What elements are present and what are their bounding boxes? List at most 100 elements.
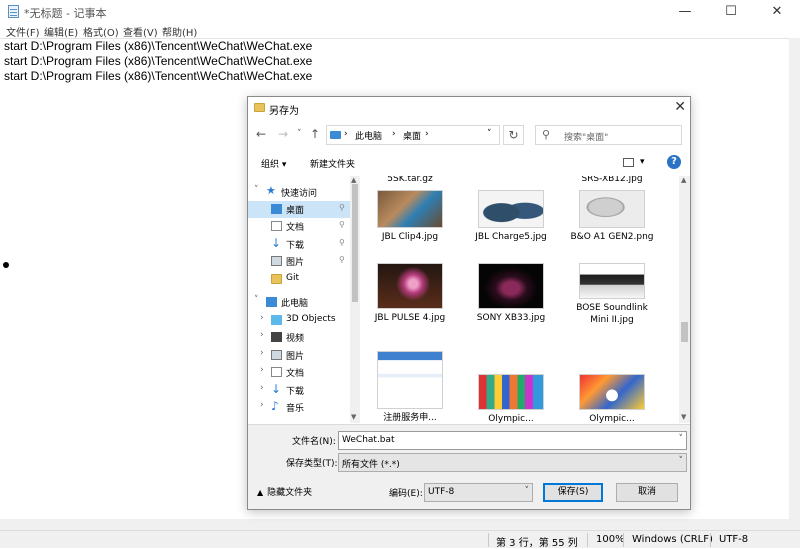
dropdown-chevron-icon[interactable]: ˅ (525, 486, 530, 496)
breadcrumb-desktop[interactable]: 桌面 (403, 129, 421, 142)
collapsed-chevron-icon: › (260, 383, 264, 393)
nav-label: 桌面 (286, 206, 305, 216)
file-name: JBL Clip4.jpg (381, 232, 439, 242)
scroll-up-icon[interactable]: ▲ (681, 176, 686, 184)
status-encoding: UTF-8 (719, 534, 749, 545)
nav-item-desktop[interactable]: 桌面 ⚲ (248, 201, 350, 218)
breadcrumb-sep: › (344, 129, 348, 139)
nav-label: Git (286, 273, 300, 283)
file-item[interactable]: B&O A1 GEN2.png (567, 190, 657, 243)
back-arrow-icon[interactable]: ← (256, 127, 266, 141)
status-eol: Windows (CRLF) (632, 534, 713, 545)
scroll-thumb[interactable] (352, 184, 358, 302)
file-item[interactable]: SRS-XB12.jpg (567, 176, 657, 185)
status-separator (488, 533, 489, 547)
recent-locations-chevron-icon[interactable]: ˅ (297, 129, 302, 139)
maximize-button[interactable]: ☐ (708, 0, 754, 23)
menu-file[interactable]: 文件(F) (6, 24, 40, 39)
image-thumbnail (579, 374, 645, 410)
dialog-close-button[interactable]: ✕ (674, 99, 686, 115)
dropdown-chevron-icon[interactable]: ˅ (679, 434, 684, 444)
help-icon[interactable]: ? (667, 155, 681, 169)
nav-pane-scrollbar[interactable]: ▲ ▼ (350, 176, 360, 423)
dialog-bottom-panel: 文件名(N): WeChat.bat ˅ 保存类型(T): 所有文件 (*.*)… (248, 424, 690, 509)
horizontal-scrollbar[interactable] (0, 519, 800, 530)
forward-arrow-icon[interactable]: → (278, 127, 288, 141)
document-icon (271, 367, 282, 377)
dialog-title: 另存为 (269, 106, 299, 117)
nav-item-documents[interactable]: 文档 ⚲ (248, 218, 350, 235)
pictures-icon (271, 256, 282, 266)
view-options-icon[interactable] (623, 158, 634, 167)
scroll-up-icon[interactable]: ▲ (351, 176, 356, 184)
nav-label: 音乐 (286, 404, 305, 414)
nav-item-music[interactable]: › ♪ 音乐 (248, 399, 350, 416)
filetype-select[interactable]: 所有文件 (*.*) ˅ (338, 453, 687, 472)
expanded-chevron-icon: ˅ (254, 185, 259, 195)
computer-icon (266, 297, 277, 307)
breadcrumb-this-pc[interactable]: 此电脑 (355, 129, 382, 142)
refresh-button[interactable]: ↻ (503, 125, 524, 145)
folder-icon (271, 274, 282, 284)
nav-item-git[interactable]: Git (248, 271, 350, 288)
file-name: BOSE Soundlink Mini II.jpg (576, 303, 648, 325)
scroll-down-icon[interactable]: ▼ (681, 413, 686, 421)
filename-input[interactable]: WeChat.bat ˅ (338, 431, 687, 450)
view-dropdown[interactable]: ▾ (640, 157, 645, 167)
encoding-select[interactable]: UTF-8 ˅ (424, 483, 533, 502)
nav-item-3d-objects[interactable]: › 3D Objects (248, 312, 350, 329)
nav-item-pictures[interactable]: 图片 ⚲ (248, 253, 350, 270)
menu-edit[interactable]: 编辑(E) (44, 24, 78, 39)
menu-view[interactable]: 查看(V) (123, 24, 158, 39)
nav-quick-access[interactable]: ˅ ★ 快速访问 (248, 184, 350, 201)
3d-objects-icon (271, 315, 282, 325)
menu-format[interactable]: 格式(O) (83, 24, 119, 39)
vertical-scrollbar[interactable] (789, 38, 800, 519)
notepad-icon (8, 5, 19, 18)
file-item[interactable]: JBL Charge5.jpg (466, 190, 556, 243)
file-item[interactable]: SONY XB33.jpg (466, 263, 556, 324)
address-bar[interactable]: › 此电脑 › 桌面 › ˅ (326, 125, 500, 145)
file-item[interactable]: 注册服务申... (365, 351, 455, 423)
status-position: 第 3 行，第 55 列 (496, 538, 578, 549)
save-button[interactable]: 保存(S) (543, 483, 603, 502)
save-as-dialog: 另存为 ✕ ← → ˅ ↑ › 此电脑 › 桌面 › ˅ ↻ ⚲ 搜索"桌面" … (247, 96, 691, 510)
music-note-icon: ♪ (271, 399, 279, 413)
title-bar: *无标题 - 记事本 — ☐ ✕ (0, 0, 800, 23)
minimize-button[interactable]: — (662, 0, 708, 23)
star-icon: ★ (266, 184, 276, 197)
scroll-thumb[interactable] (681, 322, 688, 342)
editor-line: start D:\Program Files (x86)\Tencent\WeC… (4, 69, 313, 83)
file-item[interactable]: Olympic... (466, 374, 556, 423)
desktop-icon (271, 204, 282, 214)
nav-item-pc-downloads[interactable]: › ↓ 下载 (248, 382, 350, 399)
nav-item-downloads[interactable]: ↓ 下载 ⚲ (248, 236, 350, 253)
new-folder-button[interactable]: 新建文件夹 (310, 157, 355, 170)
file-item[interactable]: BOSE Soundlink Mini II.jpg (567, 263, 657, 326)
hide-folders-toggle[interactable]: ▲ 隐藏文件夹 (257, 485, 312, 498)
address-dropdown-icon[interactable]: ˅ (487, 129, 492, 139)
search-box[interactable]: ⚲ 搜索"桌面" (535, 125, 682, 145)
file-view-scrollbar[interactable]: ▲ ▼ (679, 176, 690, 423)
file-item[interactable]: JBL Clip4.jpg (365, 190, 455, 243)
nav-this-pc[interactable]: ˅ 此电脑 (248, 294, 350, 311)
status-bar: 第 3 行，第 55 列 100% Windows (CRLF) UTF-8 (0, 530, 800, 549)
video-icon (271, 332, 282, 342)
nav-item-videos[interactable]: › 视频 (248, 329, 350, 346)
file-item[interactable]: JBL PULSE 4.jpg (365, 263, 455, 324)
file-item[interactable]: 5SK.tar.gz (365, 176, 455, 185)
file-name: SRS-XB12.jpg (581, 176, 643, 184)
file-item[interactable]: Olympic... (567, 374, 657, 423)
menu-help[interactable]: 帮助(H) (162, 24, 197, 39)
collapse-chevron-icon: ▲ (257, 488, 264, 497)
cancel-button[interactable]: 取消 (616, 483, 678, 502)
breadcrumb-sep: › (392, 129, 396, 139)
scroll-down-icon[interactable]: ▼ (351, 413, 356, 421)
dropdown-chevron-icon[interactable]: ˅ (679, 456, 684, 466)
organize-menu[interactable]: 组织 ▾ (261, 157, 286, 170)
nav-item-pc-pictures[interactable]: › 图片 (248, 347, 350, 364)
up-arrow-icon[interactable]: ↑ (310, 127, 320, 141)
close-button[interactable]: ✕ (754, 0, 800, 23)
encoding-label: 编码(E): (389, 489, 423, 499)
nav-item-pc-documents[interactable]: › 文档 (248, 364, 350, 381)
